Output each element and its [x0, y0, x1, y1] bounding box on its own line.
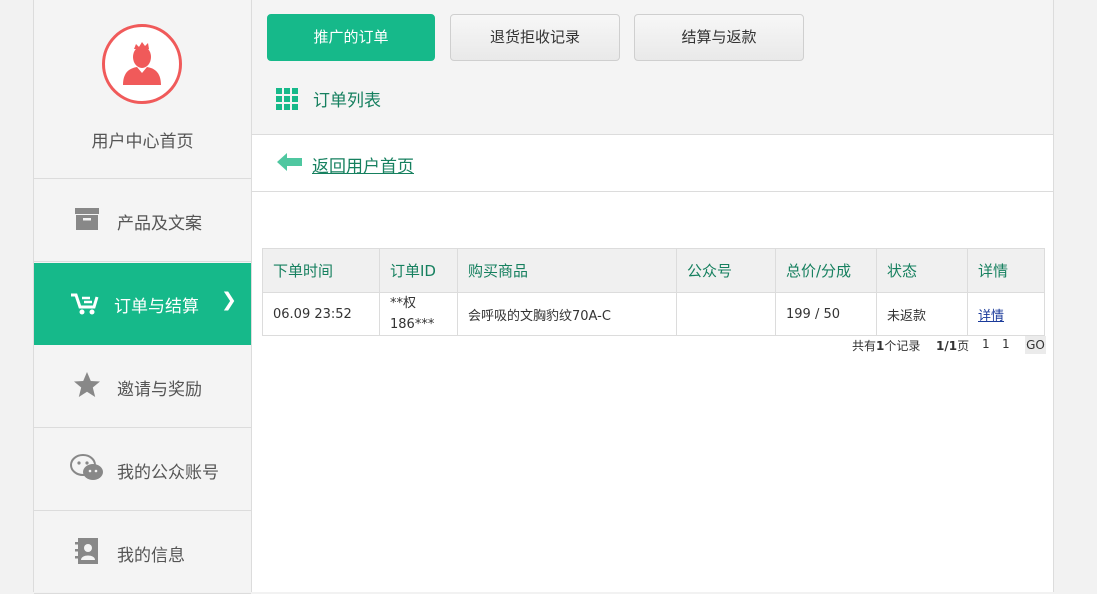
column-header: 订单ID [379, 248, 458, 293]
order-detail-cell: 详情 [967, 292, 1045, 336]
order-product: 会呼吸的文胸豹纹70A-C [457, 292, 677, 336]
orders-table: 下单时间 订单ID 购买商品 公众号 总价/分成 状态 详情 06.09 23:… [262, 248, 1045, 336]
section-title-text: 订单列表 [313, 91, 381, 111]
pager-page-info: 1/1页 [936, 337, 969, 354]
sidebar-item-profile-info[interactable]: 我的信息 [34, 512, 251, 594]
tab-settlement[interactable]: 结算与返款 [634, 14, 804, 61]
profile-home-link[interactable]: 用户中心首页 [34, 127, 251, 152]
column-header: 状态 [876, 248, 968, 293]
contacts-book-icon [75, 538, 98, 564]
column-header: 公众号 [676, 248, 776, 293]
pager-total: 共有1个记录 [852, 337, 920, 354]
pager-page-suffix: 页 [957, 339, 970, 353]
sidebar-item-label: 订单与结算 [114, 297, 199, 317]
table-row: 06.09 23:52 **权 186*** 会呼吸的文胸豹纹70A-C 199… [262, 292, 1045, 336]
order-id-line1: **权 [390, 296, 417, 311]
pager-page-link[interactable]: 1 [982, 337, 990, 351]
wechat-icon [70, 454, 103, 480]
order-detail-link[interactable]: 详情 [978, 309, 1004, 324]
section-title: 订单列表 [276, 86, 381, 111]
order-time: 06.09 23:52 [262, 292, 380, 336]
order-account [676, 292, 776, 336]
sidebar: 用户中心首页 产品及文案 订单与结算 ❯ 邀请与奖励 我的公众账号 我的信息 [33, 0, 252, 594]
column-header: 购买商品 [457, 248, 677, 293]
tab-returns[interactable]: 退货拒收记录 [450, 14, 620, 61]
avatar[interactable] [102, 24, 182, 104]
pager-go-button[interactable]: GO [1025, 336, 1046, 354]
pager-page-input[interactable]: 1 [1002, 337, 1010, 351]
tab-promoted-orders[interactable]: 推广的订单 [267, 14, 435, 61]
column-header: 总价/分成 [775, 248, 877, 293]
grid-icon [276, 87, 298, 110]
sidebar-item-accounts[interactable]: 我的公众账号 [34, 429, 251, 511]
sidebar-item-orders[interactable]: 订单与结算 ❯ [34, 263, 251, 345]
arrow-left-icon[interactable] [277, 153, 303, 171]
main-content: 推广的订单 退货拒收记录 结算与返款 订单列表 返回用户首页 下单时间 订单ID… [252, 0, 1054, 592]
back-to-home-link[interactable]: 返回用户首页 [312, 152, 414, 177]
column-header: 详情 [967, 248, 1045, 293]
cart-icon [71, 293, 99, 315]
archive-box-icon [75, 208, 99, 230]
chevron-right-icon: ❯ [221, 289, 237, 311]
sidebar-item-label: 邀请与奖励 [117, 380, 202, 400]
pager-total-prefix: 共有 [852, 339, 877, 353]
order-price-share: 199 / 50 [775, 292, 877, 336]
order-status: 未返款 [876, 292, 968, 336]
sidebar-item-label: 产品及文案 [117, 214, 202, 234]
sidebar-item-label: 我的公众账号 [117, 463, 219, 483]
star-icon [74, 372, 100, 397]
sidebar-item-invite[interactable]: 邀请与奖励 [34, 346, 251, 428]
back-bar: 返回用户首页 [252, 135, 1053, 192]
profile-section: 用户中心首页 [34, 0, 251, 179]
top-bar: 推广的订单 退货拒收记录 结算与返款 订单列表 [252, 0, 1053, 135]
order-id: **权 186*** [379, 292, 458, 336]
column-header: 下单时间 [262, 248, 380, 293]
table-header-row: 下单时间 订单ID 购买商品 公众号 总价/分成 状态 详情 [262, 248, 1045, 293]
sidebar-item-label: 我的信息 [117, 546, 185, 566]
user-icon [123, 42, 161, 85]
order-id-line2: 186*** [390, 317, 435, 332]
pager-total-suffix: 个记录 [884, 339, 921, 353]
pager-current-page: 1/1 [936, 339, 958, 353]
sidebar-item-products[interactable]: 产品及文案 [34, 180, 251, 262]
